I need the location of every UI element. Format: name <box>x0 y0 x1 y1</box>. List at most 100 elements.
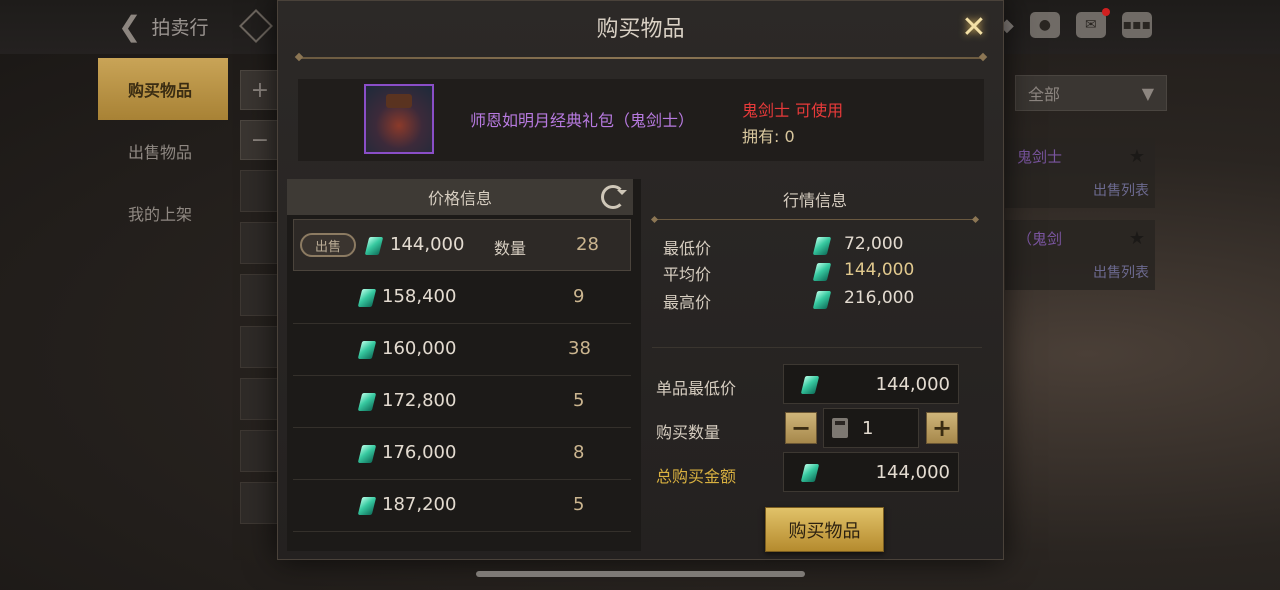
bag-icon[interactable]: ● <box>1029 12 1060 38</box>
gem-icon <box>366 235 382 257</box>
listing-name: （鬼剑 <box>1017 230 1063 248</box>
unit-price-label: 单品最低价 <box>656 379 737 398</box>
category-item[interactable] <box>240 378 280 420</box>
dropdown-icon: ▼ <box>1141 83 1154 103</box>
min-price-label: 最低价 <box>663 239 712 258</box>
refresh-icon[interactable] <box>601 185 627 209</box>
total-value: 144,000 <box>875 462 950 483</box>
gem-icon <box>814 235 830 257</box>
price-row[interactable]: 出售 144,000 数量 28 <box>293 219 631 271</box>
max-price-value: 216,000 <box>844 288 915 308</box>
chat-icon[interactable]: ▪▪▪ <box>1121 12 1152 38</box>
filter-value: 全部 <box>1028 85 1061 104</box>
section-divider <box>652 347 982 348</box>
home-indicator[interactable] <box>476 571 805 577</box>
unit-price-field: 144,000 <box>783 364 959 404</box>
unit-price-value: 144,000 <box>875 374 950 395</box>
total-field: 144,000 <box>783 452 959 492</box>
category-item[interactable] <box>240 326 280 368</box>
row-price: 172,800 <box>382 390 457 411</box>
tab-sell-items[interactable]: 出售物品 <box>98 120 228 182</box>
item-info-panel: 师恩如明月经典礼包（鬼剑士） 鬼剑士 可使用 拥有: 0 <box>298 79 984 161</box>
gem-icon <box>359 287 375 309</box>
gem-icon <box>359 495 375 517</box>
gem-icon <box>359 391 375 413</box>
notification-dot <box>1101 8 1110 16</box>
increase-qty-button[interactable]: + <box>926 412 958 444</box>
item-usable-text: 鬼剑士 可使用 <box>742 101 844 120</box>
owned-value: 0 <box>784 127 795 146</box>
buy-item-dialog: 购买物品 ✕ 师恩如明月经典礼包（鬼剑士） 鬼剑士 可使用 拥有: 0 价格信息… <box>277 0 1004 560</box>
category-item[interactable] <box>240 482 280 524</box>
category-item[interactable] <box>240 222 280 264</box>
tab-my-listings[interactable]: 我的上架 <box>98 182 228 244</box>
max-price-label: 最高价 <box>663 293 712 312</box>
expand-icon[interactable]: + <box>240 70 280 110</box>
row-qty: 9 <box>573 286 585 307</box>
price-info-panel: 价格信息 出售 144,000 数量 28 158,400 9 160,000 … <box>287 179 641 551</box>
avg-price-label: 平均价 <box>663 265 712 284</box>
sell-tag: 出售 <box>300 233 356 257</box>
item-name: 师恩如明月经典礼包（鬼剑士） <box>470 111 695 130</box>
favorite-star-icon[interactable]: ★ <box>1129 228 1145 249</box>
tab-buy-items[interactable]: 购买物品 <box>98 58 228 120</box>
row-price: 176,000 <box>382 442 457 463</box>
price-row[interactable]: 172,800 5 <box>293 376 631 428</box>
listing-name: 鬼剑士 <box>1017 148 1063 166</box>
gem-icon <box>359 443 375 465</box>
price-row[interactable]: 176,000 8 <box>293 428 631 480</box>
owned-label: 拥有: <box>742 127 780 146</box>
price-row[interactable]: 160,000 38 <box>293 324 631 376</box>
market-divider <box>654 219 976 220</box>
category-item[interactable] <box>240 274 280 316</box>
item-thumbnail[interactable] <box>364 84 434 154</box>
category-item[interactable] <box>240 170 280 212</box>
price-row[interactable]: 187,200 5 <box>293 480 631 532</box>
listing-link[interactable]: 出售列表 <box>1093 180 1149 200</box>
listing-link[interactable]: 出售列表 <box>1093 262 1149 282</box>
row-qty: 38 <box>568 338 591 359</box>
filter-select[interactable]: 全部 ▼ <box>1015 75 1167 111</box>
back-arrow-icon: ❮ <box>118 10 142 43</box>
quantity-stepper[interactable]: 1 <box>823 408 919 448</box>
row-qty: 5 <box>573 390 585 411</box>
gem-icon <box>359 339 375 361</box>
mail-icon[interactable]: ✉ <box>1075 8 1110 38</box>
back-label: 拍卖行 <box>151 17 209 39</box>
price-row[interactable]: 158,400 9 <box>293 272 631 324</box>
item-owned: 拥有: 0 <box>742 123 795 147</box>
buy-qty-label: 购买数量 <box>656 423 721 442</box>
collapse-icon[interactable]: − <box>240 120 280 160</box>
row-qty: 5 <box>573 494 585 515</box>
qty-label: 数量 <box>494 239 527 258</box>
title-divider <box>298 57 984 59</box>
listing-card[interactable]: （鬼剑 ★ 出售列表 <box>1005 220 1155 290</box>
gem-icon <box>814 289 830 311</box>
listing-card[interactable]: 鬼剑士 ★ 出售列表 <box>1005 138 1155 208</box>
gem-icon <box>802 462 818 484</box>
row-price: 160,000 <box>382 338 457 359</box>
price-info-title: 价格信息 <box>427 189 492 208</box>
avg-price-value: 144,000 <box>844 260 915 280</box>
auction-sidebar: 购买物品 出售物品 我的上架 <box>98 58 228 244</box>
market-info-title: 行情信息 <box>782 191 847 210</box>
row-price: 144,000 <box>390 234 465 255</box>
buy-button[interactable]: 购买物品 <box>765 507 884 552</box>
total-label: 总购买金额 <box>656 467 737 486</box>
back-button[interactable]: ❮ 拍卖行 <box>118 10 208 43</box>
top-right-icons: ◆ ● ✉ ▪▪▪ <box>1000 8 1152 38</box>
category-item[interactable] <box>240 430 280 472</box>
calculator-icon[interactable] <box>832 418 848 438</box>
close-icon[interactable]: ✕ <box>954 7 994 47</box>
quantity-value: 1 <box>862 418 874 439</box>
favorite-star-icon[interactable]: ★ <box>1129 146 1145 167</box>
dialog-title: 购买物品 <box>596 17 685 42</box>
min-price-value: 72,000 <box>844 234 904 254</box>
price-info-header: 价格信息 <box>287 179 633 215</box>
row-qty: 8 <box>573 442 585 463</box>
gem-icon <box>814 261 830 283</box>
gem-icon <box>802 374 818 396</box>
row-price: 158,400 <box>382 286 457 307</box>
decrease-qty-button[interactable]: − <box>785 412 817 444</box>
row-qty: 28 <box>576 234 599 255</box>
